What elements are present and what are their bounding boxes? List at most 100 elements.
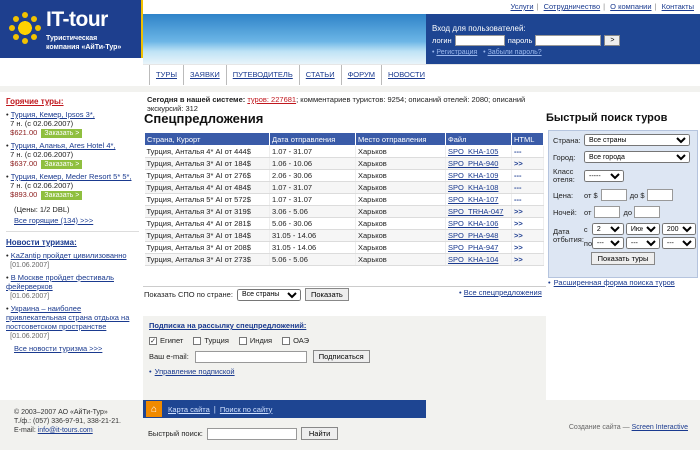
nav-articles[interactable]: СТАТЬИ [298, 65, 341, 85]
table-row: Турция, Анталья 4* AI от 444$ 1.07 - 31.0… [144, 145, 544, 158]
top-menu-services[interactable]: Услуги [511, 2, 534, 11]
news-item: • KaZantip пройдет цивилизованно [01.06.… [6, 251, 127, 269]
file-link[interactable]: SPO_KHA-107 [448, 195, 498, 204]
find-button[interactable]: Найти [300, 427, 339, 440]
checkbox-icon[interactable] [238, 336, 247, 345]
show-tours-button[interactable]: Показать туры [590, 252, 656, 265]
checkbox-icon[interactable] [282, 336, 291, 345]
order-button[interactable]: Заказать > [41, 191, 83, 200]
file-cell: SPO_KHA-109 [445, 169, 512, 182]
order-button[interactable]: Заказать > [41, 160, 83, 169]
credit-link[interactable]: Screen Interactive [632, 424, 688, 431]
from-year-select[interactable]: 2007 [661, 223, 696, 235]
nav-guide[interactable]: ПУТЕВОДИТЕЛЬ [225, 65, 299, 85]
register-link[interactable]: Регистрация [436, 49, 477, 56]
departure-date-cell: 5.06 - 30.06 [269, 217, 356, 230]
hotel-class-select[interactable]: ----- [584, 170, 624, 182]
nav-news[interactable]: НОВОСТИ [380, 65, 431, 85]
file-cell: SPO_TRHA-047 [445, 205, 512, 218]
html-empty: --- [514, 183, 522, 192]
quick-search-label: Быстрый поиск: [148, 429, 203, 438]
price-to-input[interactable] [646, 189, 673, 201]
footer-search-input[interactable] [206, 427, 297, 440]
file-link[interactable]: SPO_PHA-947 [448, 243, 498, 252]
html-link[interactable]: >> [514, 243, 523, 252]
site-logo[interactable]: IT-tour Туристическая компания «АйТи-Тур… [0, 0, 143, 58]
forgot-password-link[interactable]: Забыли пароль? [488, 49, 542, 56]
file-link[interactable]: SPO_PHA-948 [448, 231, 498, 240]
login-submit-button[interactable]: > [604, 35, 621, 46]
hot-tours-title[interactable]: Горячие туры: [6, 97, 143, 106]
password-input[interactable] [535, 35, 602, 46]
sitemap-link[interactable]: Карта сайта [168, 405, 210, 414]
email-link[interactable]: info@it-tours.com [38, 427, 93, 434]
table-header-row: Страна, Курорт Дата отправления Место от… [144, 132, 544, 146]
checkbox-icon[interactable] [193, 336, 202, 345]
all-hot-tours-link[interactable]: Все горящие (134) >>> [14, 216, 93, 225]
order-button[interactable]: Заказать > [41, 129, 83, 138]
email-field[interactable] [194, 350, 307, 363]
country-checkboxes: ✓ Египет Турция Индия ОАЭ [149, 336, 540, 345]
nav-orders[interactable]: ЗАЯВКИ [183, 65, 226, 85]
to-month-select[interactable]: --- [625, 237, 660, 249]
all-offers-link[interactable]: Все спецпредложения [464, 288, 542, 297]
from-month-select[interactable]: Июн [625, 223, 660, 235]
manage-subscription-link[interactable]: Управление подпиской [155, 367, 235, 376]
hot-tour-item: • Турция, Аланья, Ares Hotel 4*, 7 н. (с… [6, 141, 116, 169]
checkbox-uae[interactable]: ОАЭ [282, 336, 309, 345]
news-title[interactable]: Новости туризма: [6, 238, 143, 247]
news-link[interactable]: В Москве пройдет фестиваль фейерверков [6, 273, 114, 291]
top-menu-cooperation[interactable]: Сотрудничество [544, 2, 601, 11]
offer-name-cell: Турция, Анталья 4* AI от 281$ [144, 217, 270, 230]
country-select[interactable]: Все страны [584, 134, 690, 146]
hot-tour-link[interactable]: Турция, Кемер, Ipsos 3*, [11, 110, 95, 119]
html-link[interactable]: >> [514, 231, 523, 240]
from-day-select[interactable]: 2 [591, 223, 624, 235]
nav-tours[interactable]: ТУРЫ [149, 65, 183, 85]
hot-tour-link[interactable]: Турция, Кемер, Meder Resort 5* 5*, [11, 172, 132, 181]
file-link[interactable]: SPO_KHA-104 [448, 255, 498, 264]
checkbox-egypt[interactable]: ✓ Египет [149, 336, 183, 345]
country-filter-select[interactable]: Все страны [236, 288, 301, 301]
login-input[interactable] [454, 35, 505, 46]
nights-from-input[interactable] [594, 206, 621, 218]
all-news-link[interactable]: Все новости туризма >>> [14, 344, 102, 353]
top-menu-about[interactable]: О компании [610, 2, 651, 11]
file-link[interactable]: SPO_KHA-109 [448, 171, 498, 180]
hot-tour-link[interactable]: Турция, Аланья, Ares Hotel 4*, [11, 141, 116, 150]
html-empty: --- [514, 171, 522, 180]
html-link[interactable]: >> [514, 207, 523, 216]
news-link[interactable]: KaZantip пройдет цивилизованно [11, 251, 127, 260]
site-search-link[interactable]: Поиск по сайту [220, 405, 273, 414]
file-link[interactable]: SPO_KHA-108 [448, 183, 498, 192]
city-select[interactable]: Все города [584, 151, 690, 163]
to-year-select[interactable]: --- [661, 237, 696, 249]
price-from-input[interactable] [600, 189, 627, 201]
top-menu-contacts[interactable]: Контакты [662, 2, 694, 11]
html-link[interactable]: >> [514, 159, 523, 168]
file-cell: SPO_KHA-108 [445, 181, 512, 194]
checkbox-checked-icon[interactable]: ✓ [149, 336, 157, 345]
nav-forum[interactable]: ФОРУМ [340, 65, 381, 85]
nights-to-input[interactable] [634, 206, 661, 218]
subscribe-button[interactable]: Подписаться [312, 350, 370, 363]
price-note: (Цены: 1/2 DBL) [14, 205, 70, 214]
home-icon[interactable]: ⌂ [146, 401, 162, 417]
html-link[interactable]: >> [514, 255, 523, 264]
file-link[interactable]: SPO_KHA-105 [448, 147, 498, 156]
advanced-search-link[interactable]: Расширенная форма поиска туров [554, 278, 675, 287]
file-link[interactable]: SPO_KHA-106 [448, 219, 498, 228]
departure-place-cell: Харьков [355, 241, 446, 254]
html-empty: --- [514, 147, 522, 156]
show-offers-button[interactable]: Показать [304, 288, 349, 301]
checkbox-turkey[interactable]: Турция [193, 336, 229, 345]
departure-date-cell: 2.06 - 30.06 [269, 169, 356, 182]
html-link[interactable]: >> [514, 219, 523, 228]
news-link[interactable]: Украина – наиболее привлекательная стран… [6, 304, 129, 331]
checkbox-india[interactable]: Индия [238, 336, 272, 345]
tours-count-link[interactable]: туров: 227681 [247, 95, 296, 104]
to-day-select[interactable]: --- [591, 237, 624, 249]
file-link[interactable]: SPO_PHA-940 [448, 159, 498, 168]
column-header: Страна, Курорт [144, 132, 270, 146]
file-link[interactable]: SPO_TRHA-047 [448, 207, 503, 216]
